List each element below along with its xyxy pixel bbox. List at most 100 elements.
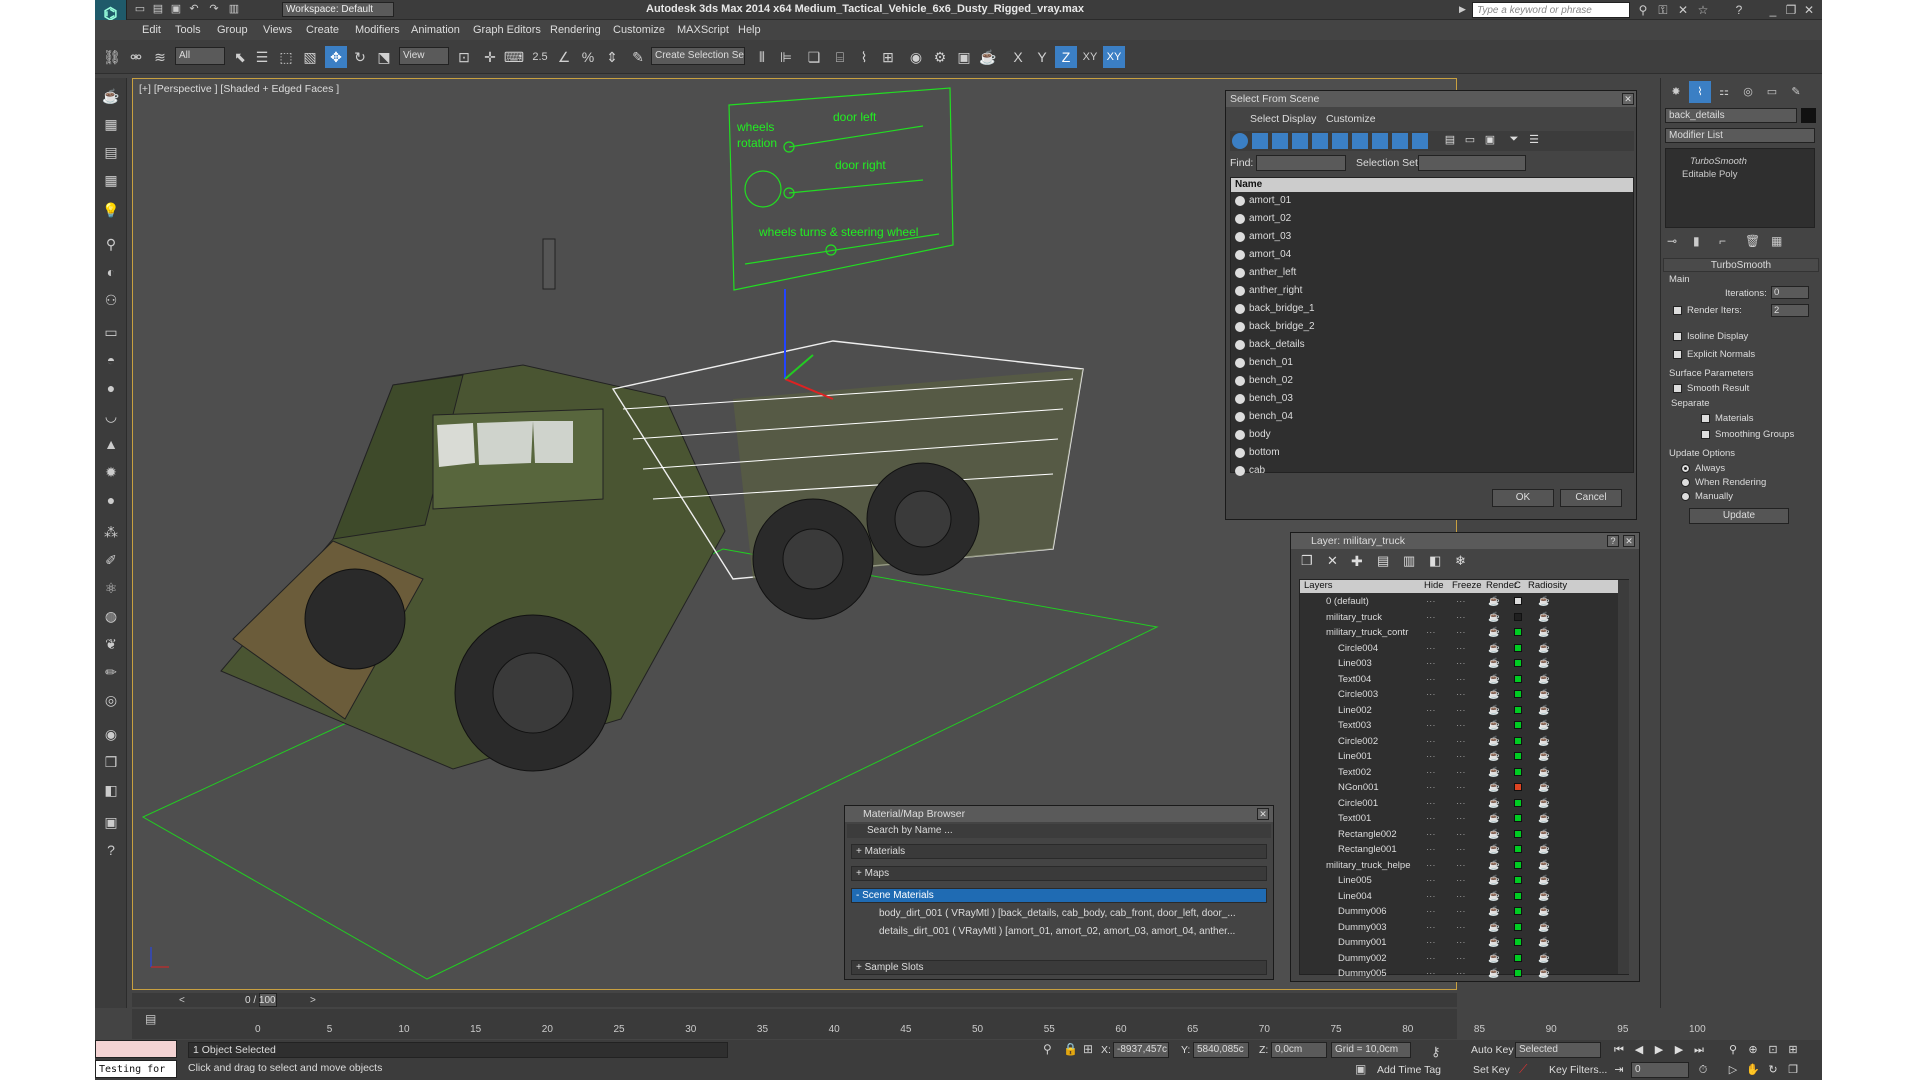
render-production-icon[interactable]: ☕ [977,46,999,68]
schematic-view-icon[interactable]: ⊞ [877,46,899,68]
radiosity-icon[interactable]: ☕ [1538,703,1550,718]
freeze-toggle[interactable]: ··· [1456,966,1466,981]
hide-all-icon[interactable]: ◧ [1429,553,1441,569]
layer-color-swatch[interactable] [1514,829,1522,838]
key-mode-icon[interactable]: ⚷ [1431,1044,1441,1060]
key-selection-dropdown[interactable]: Selected [1515,1042,1601,1058]
layer-row[interactable]: NGon001 ··· ··· ☕ ☕ [1300,780,1618,796]
angle-snap-icon[interactable]: ∠ [553,46,575,68]
scene-item[interactable]: bench_04 [1231,408,1633,426]
scene-item[interactable]: bench_03 [1231,390,1633,408]
explicit-normals-checkbox[interactable] [1673,350,1682,359]
col-radiosity[interactable]: Radiosity [1528,580,1567,592]
layer-color-swatch[interactable] [1514,783,1522,791]
auto-key-button[interactable]: Auto Key [1471,1044,1514,1056]
radiosity-icon[interactable]: ☕ [1538,904,1550,919]
percent-snap-icon[interactable]: % [577,46,599,68]
radiosity-icon[interactable]: ☕ [1538,935,1550,950]
freeze-toggle[interactable]: ··· [1456,873,1466,888]
motion-tab-icon[interactable]: ◎ [1737,81,1759,103]
close-icon[interactable]: ✕ [1257,808,1269,820]
layer-row[interactable]: military_truck_contr ··· ··· ☕ ☕ [1300,625,1618,641]
hemisphere-icon[interactable]: ◓ [99,348,123,372]
scene-item[interactable]: body [1231,426,1633,444]
film-icon[interactable]: ▤ [99,140,123,164]
graphite-toolbar-icon[interactable]: ⌸ [829,46,851,68]
rect-selection-icon[interactable]: ⬚ [275,46,297,68]
freeze-toggle[interactable]: ··· [1456,951,1466,966]
render-icon[interactable]: ◧ [99,778,123,802]
align-icon[interactable]: ⊫ [775,46,797,68]
render-teapot-icon[interactable]: ☕ [1488,796,1500,811]
layer-color-swatch[interactable] [1514,845,1522,853]
radiosity-icon[interactable]: ☕ [1538,842,1550,857]
pattern-icon[interactable]: ⁂ [99,520,123,544]
select-invert-icon[interactable]: ▣ [1482,133,1498,149]
display-lights-icon[interactable] [1272,133,1288,149]
key-mode-toggle-icon[interactable]: ⇥ [1611,1062,1627,1078]
go-to-end-icon[interactable]: ⏭ [1691,1042,1707,1058]
hide-toggle[interactable]: ··· [1426,641,1436,656]
scene-item[interactable]: back_bridge_1 [1231,300,1633,318]
scene-materials-group[interactable]: - Scene Materials [851,888,1267,903]
sun-icon[interactable]: ✹ [99,460,123,484]
set-key-button[interactable]: Set Key [1473,1064,1510,1076]
configure-modifier-sets-icon[interactable]: ▦ [1771,234,1782,248]
cone-icon[interactable]: ▲ [99,432,123,456]
render-teapot-icon[interactable]: ☕ [1488,920,1500,935]
scene-item[interactable]: back_details [1231,336,1633,354]
stack-editable-poly[interactable]: Editable Poly [1666,168,1814,181]
prev-frame-button-icon[interactable]: ◀ [1631,1042,1647,1058]
manually-radio[interactable] [1681,492,1690,501]
ring-icon[interactable]: ◎ [99,688,123,712]
radiosity-icon[interactable]: ☕ [1538,625,1550,640]
freeze-all-icon[interactable]: ❄ [1455,553,1466,569]
image-icon[interactable]: ▦ [99,112,123,136]
layer-row[interactable]: Text002 ··· ··· ☕ ☕ [1300,765,1618,781]
layer-row[interactable]: Text004 ··· ··· ☕ ☕ [1300,672,1618,688]
axis-y-button[interactable]: Y [1031,46,1053,68]
display-all-icon[interactable] [1412,133,1428,149]
menu-customize[interactable]: Customize [613,24,665,36]
hide-toggle[interactable]: ··· [1426,873,1436,888]
freeze-toggle[interactable]: ··· [1456,687,1466,702]
layer-row[interactable]: Dummy002 ··· ··· ☕ ☕ [1300,951,1618,967]
layer-manager-icon[interactable]: ❏ [803,46,825,68]
spinner-snap-icon[interactable]: ⇕ [601,46,623,68]
curve-editor-icon[interactable]: ⌇ [853,46,875,68]
minimize-icon[interactable]: _ [1765,2,1781,18]
select-move-icon[interactable]: ✥ [325,46,347,68]
go-to-start-icon[interactable]: ⏮ [1611,1042,1627,1058]
snaps-toggle-icon[interactable]: 2.5 [529,46,551,68]
layer-row[interactable]: Line005 ··· ··· ☕ ☕ [1300,873,1618,889]
hide-toggle[interactable]: ··· [1426,904,1436,919]
scene-item[interactable]: back_bridge_2 [1231,318,1633,336]
scene-item[interactable]: anther_right [1231,282,1633,300]
restore-icon[interactable]: ❐ [1783,2,1799,18]
update-button[interactable]: Update [1689,508,1789,524]
freeze-toggle[interactable]: ··· [1456,656,1466,671]
layer-list[interactable]: Layers Hide Freeze Render C Radiosity 0 … [1299,579,1629,979]
layer-color-swatch[interactable] [1514,597,1522,605]
scene-item[interactable]: amort_04 [1231,246,1633,264]
hide-toggle[interactable]: ··· [1426,935,1436,950]
camera-icon[interactable]: ⚲ [99,232,123,256]
render-teapot-icon[interactable]: ☕ [1488,889,1500,904]
freeze-toggle[interactable]: ··· [1456,641,1466,656]
hide-toggle[interactable]: ··· [1426,951,1436,966]
freeze-toggle[interactable]: ··· [1456,749,1466,764]
layer-color-swatch[interactable] [1514,938,1522,946]
hide-toggle[interactable]: ··· [1426,749,1436,764]
hide-toggle[interactable]: ··· [1426,625,1436,640]
iterations-spinner[interactable]: 0 [1771,286,1809,299]
layer-row[interactable]: Line001 ··· ··· ☕ ☕ [1300,749,1618,765]
molecule-icon[interactable]: ⚛ [99,576,123,600]
window-crossing-icon[interactable]: ▧ [299,46,321,68]
maximize-viewport-icon[interactable]: ❐ [1785,1062,1801,1078]
render-teapot-icon[interactable]: ☕ [1488,672,1500,687]
binoculars-icon[interactable]: ⚲ [1635,2,1651,18]
layer-color-swatch[interactable] [1514,891,1522,900]
freeze-toggle[interactable]: ··· [1456,842,1466,857]
hide-toggle[interactable]: ··· [1426,842,1436,857]
menu-tools[interactable]: Tools [175,24,201,36]
